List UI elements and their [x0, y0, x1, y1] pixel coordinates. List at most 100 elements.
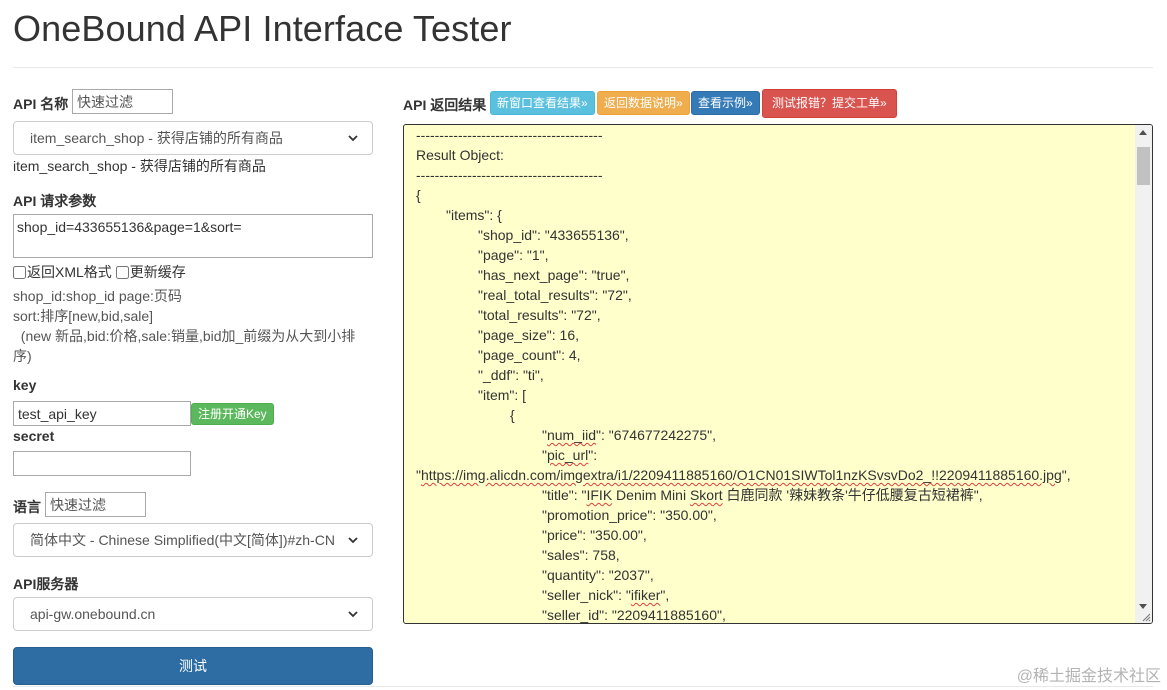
result-line: "_ddf": "ti",	[416, 365, 1134, 385]
result-line: Result Object:	[416, 145, 1134, 165]
language-filter-input[interactable]	[45, 492, 146, 517]
result-token: "promotion_price": "350.00",	[542, 507, 717, 523]
secret-input[interactable]	[13, 451, 191, 476]
bottom-divider	[13, 686, 1153, 687]
watermark: @稀土掘金技术社区	[1016, 668, 1161, 685]
result-line: "title": "IFIK Denim Mini Skort 白鹿同款 '辣妹…	[416, 485, 1134, 505]
key-input[interactable]	[13, 401, 191, 426]
result-line: "seller_nick": "ifiker",	[416, 585, 1134, 605]
api-filter-input[interactable]	[72, 89, 173, 114]
chevron-down-icon	[348, 537, 358, 544]
language-label: 语言	[13, 499, 41, 515]
result-line: "page_size": 16,	[416, 325, 1134, 345]
result-token: Result Object:	[416, 147, 504, 163]
result-token: "sales": 758,	[542, 547, 620, 563]
result-token: "seller_id": "2209411885160",	[542, 607, 726, 623]
result-line: "shop_id": "433655136",	[416, 225, 1134, 245]
api-select[interactable]: item_search_shop - 获得店铺的所有商品	[13, 121, 373, 155]
result-token: {	[510, 407, 515, 423]
result-token: "page_size": 16,	[478, 327, 580, 343]
result-token: Denim Mini	[612, 487, 690, 503]
chevron-down-icon	[348, 611, 358, 618]
api-name-label: API 名称	[13, 96, 69, 112]
title-divider	[13, 67, 1153, 68]
result-token: ",	[1061, 467, 1071, 483]
result-token: "items": {	[446, 207, 502, 223]
result-line: "price": "350.00",	[416, 525, 1134, 545]
result-token: ----------------------------------------	[416, 127, 603, 143]
result-token: ":	[588, 447, 598, 463]
language-select-value: 简体中文 - Chinese Simplified(中文[简体])#zh-CN	[30, 532, 335, 548]
result-text: ----------------------------------------…	[416, 125, 1134, 623]
result-token: "quantity": "2037",	[542, 567, 654, 583]
result-token: "price": "350.00",	[542, 527, 647, 543]
params-textarea[interactable]	[13, 214, 373, 258]
result-line: "sales": 758,	[416, 545, 1134, 565]
result-token: "_ddf": "ti",	[478, 367, 544, 383]
server-label: API服务器	[13, 576, 79, 592]
result-line: "items": {	[416, 205, 1134, 225]
result-output[interactable]: ----------------------------------------…	[403, 124, 1153, 624]
secret-label: secret	[13, 428, 55, 444]
result-line: ----------------------------------------	[416, 125, 1134, 145]
update-cache-checkbox[interactable]: 更新缓存	[115, 262, 186, 282]
server-select[interactable]: api-gw.onebound.cn	[13, 597, 373, 631]
result-line: ----------------------------------------	[416, 165, 1134, 185]
result-token: ----------------------------------------	[416, 167, 603, 183]
scroll-up-arrow-icon[interactable]	[1139, 130, 1147, 135]
result-token: "page_count": 4,	[478, 347, 581, 363]
result-line: "https://img.alicdn.com/imgextra/i1/2209…	[416, 465, 1134, 485]
result-token: IFIK	[586, 487, 613, 503]
example-button[interactable]: 查看示例»	[691, 91, 760, 115]
result-line: "page": "1",	[416, 245, 1134, 265]
result-token: ",	[660, 587, 670, 603]
resize-grip-icon[interactable]	[1141, 612, 1151, 622]
key-label: key	[13, 377, 37, 393]
update-cache-check[interactable]	[115, 265, 129, 279]
result-line: "pic_url":	[416, 445, 1134, 465]
result-scrollbar[interactable]	[1135, 125, 1152, 623]
api-description: item_search_shop - 获得店铺的所有商品	[13, 158, 266, 174]
result-line: {	[416, 185, 1134, 205]
register-key-button[interactable]: 注册开通Key	[191, 403, 274, 425]
result-token: ifiker	[630, 587, 661, 603]
result-token: "item": [	[478, 387, 527, 403]
result-line: "num_iid": "674677242275",	[416, 425, 1134, 445]
result-line: "item": [	[416, 385, 1134, 405]
help-line: 序)	[13, 348, 32, 364]
server-select-value: api-gw.onebound.cn	[30, 606, 156, 622]
result-token: pic_url	[546, 447, 589, 463]
result-line: "quantity": "2037",	[416, 565, 1134, 585]
result-token: {	[416, 187, 421, 203]
test-button[interactable]: 测试	[13, 647, 373, 685]
update-cache-label: 更新缓存	[129, 264, 186, 280]
report-issue-button[interactable]: 测试报错？提交工单»	[762, 89, 897, 118]
xml-format-checkbox[interactable]: 返回XML格式	[13, 262, 112, 282]
params-label: API 请求参数	[13, 193, 97, 209]
scroll-down-arrow-icon[interactable]	[1139, 604, 1147, 609]
help-line: shop_id:shop_id page:页码	[13, 288, 182, 304]
new-window-button[interactable]: 新窗口查看结果»	[490, 91, 595, 115]
result-line: "has_next_page": "true",	[416, 265, 1134, 285]
help-line: (new 新品,bid:价格,sale:销量,bid加_前缀为从大到小排	[13, 328, 356, 344]
result-token: Skort	[689, 487, 723, 503]
params-help: shop_id:shop_id page:页码 sort:排序[new,bid,…	[13, 286, 365, 366]
result-token: "real_total_results": "72",	[478, 287, 632, 303]
page-title: OneBound API Interface Tester	[13, 8, 512, 49]
api-select-value: item_search_shop - 获得店铺的所有商品	[30, 130, 283, 146]
language-select[interactable]: 简体中文 - Chinese Simplified(中文[简体])#zh-CN	[13, 523, 373, 557]
result-line: "total_results": "72",	[416, 305, 1134, 325]
scrollbar-thumb[interactable]	[1137, 147, 1150, 185]
result-token: https://img.alicdn.com/imgextra/i1/22094…	[420, 467, 1062, 483]
result-label: API 返回结果	[403, 97, 487, 113]
result-token: "total_results": "72",	[478, 307, 601, 323]
data-doc-button[interactable]: 返回数据说明»	[597, 91, 690, 115]
options-row: 返回XML格式 更新缓存	[13, 262, 186, 282]
result-line: {	[416, 405, 1134, 425]
result-line: "page_count": 4,	[416, 345, 1134, 365]
xml-format-check[interactable]	[13, 265, 26, 279]
help-line: sort:排序[new,bid,sale]	[13, 308, 154, 324]
result-token: "has_next_page": "true",	[478, 267, 630, 283]
result-token: ": "674677242275",	[596, 427, 717, 443]
xml-format-label: 返回XML格式	[27, 264, 112, 280]
